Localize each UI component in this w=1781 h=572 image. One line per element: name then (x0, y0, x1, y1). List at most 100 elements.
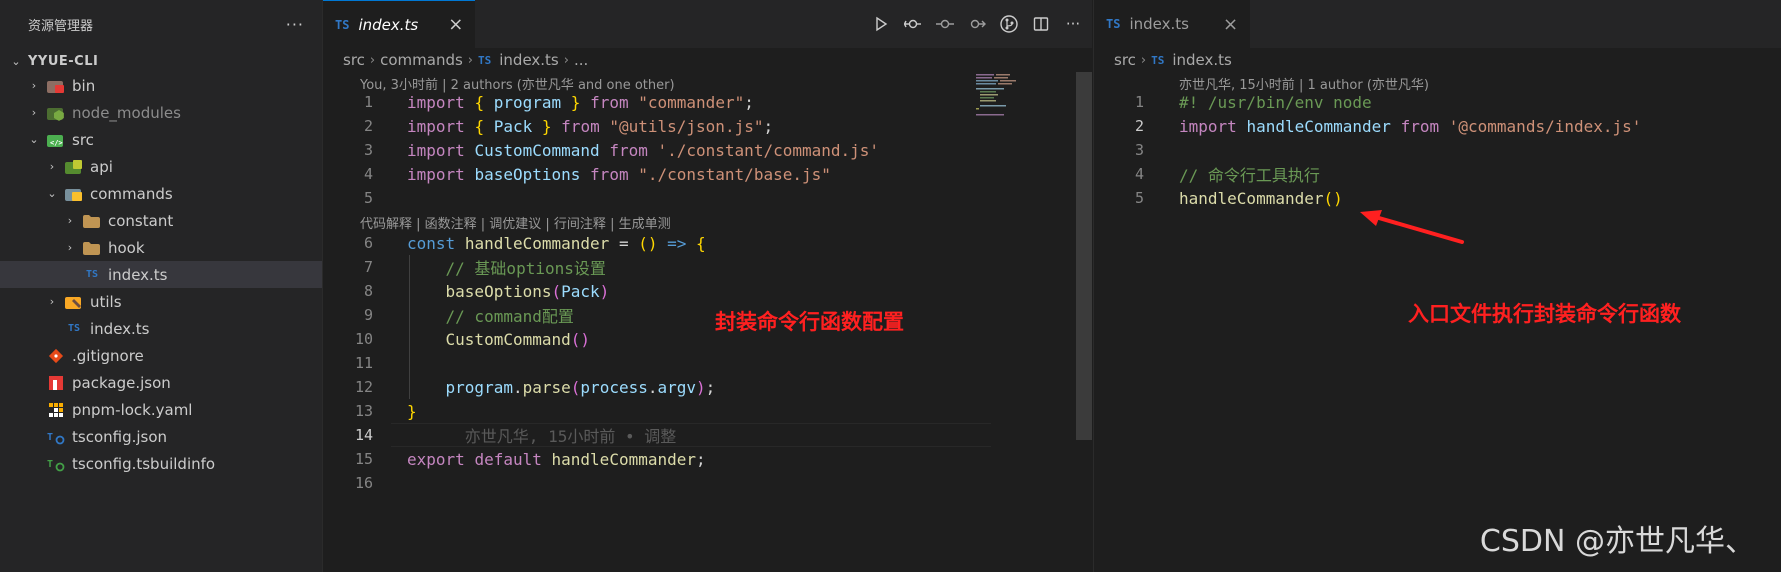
vertical-scrollbar[interactable] (1076, 72, 1092, 440)
code-line[interactable]: 16 (323, 471, 373, 495)
tree-item-src[interactable]: ⌄ </> src (0, 126, 322, 153)
watermark: CSDN @亦世凡华、 (1479, 524, 1755, 559)
breadcrumb-item[interactable]: index.ts (499, 51, 559, 69)
code-line[interactable]: 2 import { Pack } from "@utils/json.js"; (323, 114, 773, 138)
bin-folder-icon (46, 77, 66, 95)
git-commit-icon[interactable] (936, 15, 954, 33)
code-text: export default handleCommander; (407, 449, 706, 469)
close-icon[interactable]: × (1223, 14, 1238, 35)
code-line[interactable]: 1 import { program } from "commander"; (323, 90, 754, 114)
line-number: 4 (363, 165, 373, 183)
code-line[interactable]: 1 #! /usr/bin/env node (1094, 90, 1372, 114)
tree-item-node-modules[interactable]: › node_modules (0, 99, 322, 126)
annotation-arrow (1360, 210, 1464, 244)
tree-item-tsconfig-json[interactable]: › T tsconfig.json (0, 423, 322, 450)
breadcrumb-item[interactable]: src (343, 51, 365, 69)
folder-icon (82, 239, 102, 257)
tree-item-utils[interactable]: › utils (0, 288, 322, 315)
code-line[interactable]: 8 baseOptions(Pack) (323, 279, 609, 303)
code-line[interactable]: 9 // command配置 (323, 303, 574, 327)
ts-icon: TS (85, 269, 99, 280)
breadcrumb-item[interactable]: src (1114, 51, 1136, 69)
tree-item-label: src (72, 130, 94, 149)
tree-item-pnpm-lock[interactable]: › pnpm-lock.yaml (0, 396, 322, 423)
tree-item-constant[interactable]: › constant (0, 207, 322, 234)
ts-icon: TS (335, 17, 350, 32)
code-text: } (407, 401, 417, 421)
code-line[interactable]: 5 handleCommander() (1094, 186, 1343, 210)
tree-item-commands-index-ts[interactable]: › TS index.ts (0, 261, 322, 288)
line-number: 11 (354, 354, 373, 372)
code-line[interactable]: 6 const handleCommander = () => { (323, 231, 706, 255)
tab-index-ts[interactable]: TS index.ts × (323, 0, 476, 48)
tsconfig-icon: T (46, 428, 66, 446)
split-editor-icon[interactable] (1032, 15, 1050, 33)
code-line[interactable]: 3 (1094, 138, 1144, 162)
git-next-icon[interactable] (968, 15, 986, 33)
tree-item-bin[interactable]: › bin (0, 72, 322, 99)
code-line[interactable]: 3 import CustomCommand from './constant/… (323, 138, 879, 162)
ellipsis-icon[interactable]: ··· (286, 15, 304, 34)
tree-item-label: YYUE-CLI (28, 54, 99, 69)
breadcrumb-item[interactable]: commands (380, 51, 463, 69)
tree-item-gitignore[interactable]: › .gitignore (0, 342, 322, 369)
code-line[interactable]: 4 import baseOptions from "./constant/ba… (323, 162, 831, 186)
line-number: 9 (363, 306, 373, 324)
api-folder-icon (64, 158, 84, 176)
line-number: 5 (363, 189, 373, 207)
editor-group-right: TS index.ts × src › TS index.ts 亦世凡华, 15… (1093, 0, 1781, 572)
line-number: 3 (1134, 141, 1144, 159)
tree-item-label: commands (90, 184, 173, 203)
code-line[interactable]: 14 亦世凡华, 15小时前 • 调整 (323, 423, 676, 447)
tree-item-hook[interactable]: › hook (0, 234, 322, 261)
git-branch-icon[interactable] (1000, 15, 1018, 33)
code-line[interactable]: 12 program.parse(process.argv); (323, 375, 715, 399)
code-line[interactable]: 2 import handleCommander from '@commands… (1094, 114, 1641, 138)
line-number: 8 (363, 282, 373, 300)
code-line[interactable]: 11 (323, 351, 373, 375)
tab-bar: TS index.ts × ··· (323, 0, 1092, 48)
code-text: import CustomCommand from './constant/co… (407, 140, 880, 160)
git-compare-icon[interactable] (904, 15, 922, 33)
close-icon[interactable]: × (448, 14, 463, 35)
chevron-right-icon: › (31, 79, 37, 92)
code-line[interactable]: 15 export default handleCommander; (323, 447, 706, 471)
breadcrumb-item[interactable]: index.ts (1172, 51, 1232, 69)
more-actions-icon[interactable]: ··· (1064, 15, 1082, 33)
line-number: 4 (1134, 165, 1144, 183)
line-number: 10 (354, 330, 373, 348)
code-line[interactable]: 4 // 命令行工具执行 (1094, 162, 1320, 186)
codelens-actions[interactable]: 代码解释 | 函数注释 | 调优建议 | 行间注释 | 生成单测 (360, 213, 671, 232)
tree-item-api[interactable]: › api (0, 153, 322, 180)
code-line[interactable]: 7 // 基础options设置 (323, 255, 606, 279)
line-number: 6 (363, 234, 373, 252)
breadcrumb-item[interactable]: ... (574, 51, 588, 69)
code-line[interactable]: 5 (323, 186, 373, 210)
tree-item-label: hook (108, 238, 145, 257)
tree-item-package-json[interactable]: › package.json (0, 369, 322, 396)
editor-group-left: TS index.ts × ··· src › commands › TS in… (323, 0, 1092, 572)
ts-icon: TS (67, 323, 81, 334)
line-number: 2 (1134, 117, 1144, 135)
line-number: 7 (363, 258, 373, 276)
line-number: 16 (354, 474, 373, 492)
code-text: program.parse(process.argv); (445, 377, 716, 397)
code-text: import baseOptions from "./constant/base… (407, 164, 831, 184)
tab-index-ts[interactable]: TS index.ts × (1094, 0, 1251, 48)
tree-item-src-index-ts[interactable]: › TS index.ts (0, 315, 322, 342)
minimap[interactable] (974, 72, 1024, 116)
chevron-right-icon: › (31, 106, 37, 119)
tree-item-commands[interactable]: ⌄ commands (0, 180, 322, 207)
tree-item-label: .gitignore (72, 346, 144, 365)
line-number: 3 (363, 141, 373, 159)
code-line[interactable]: 13 } (323, 399, 417, 423)
run-icon[interactable] (872, 15, 890, 33)
code-text: import handleCommander from '@commands/i… (1179, 116, 1642, 136)
tree-item-label: api (90, 157, 113, 176)
tree-item-tsbuildinfo[interactable]: › T tsconfig.tsbuildinfo (0, 450, 322, 477)
line-number: 5 (1134, 189, 1144, 207)
chevron-right-icon: › (369, 52, 376, 68)
code-line[interactable]: 10 CustomCommand() (323, 327, 590, 351)
code-text: CustomCommand() (445, 329, 591, 349)
tree-item-root[interactable]: ⌄ YYUE-CLI (0, 48, 322, 75)
